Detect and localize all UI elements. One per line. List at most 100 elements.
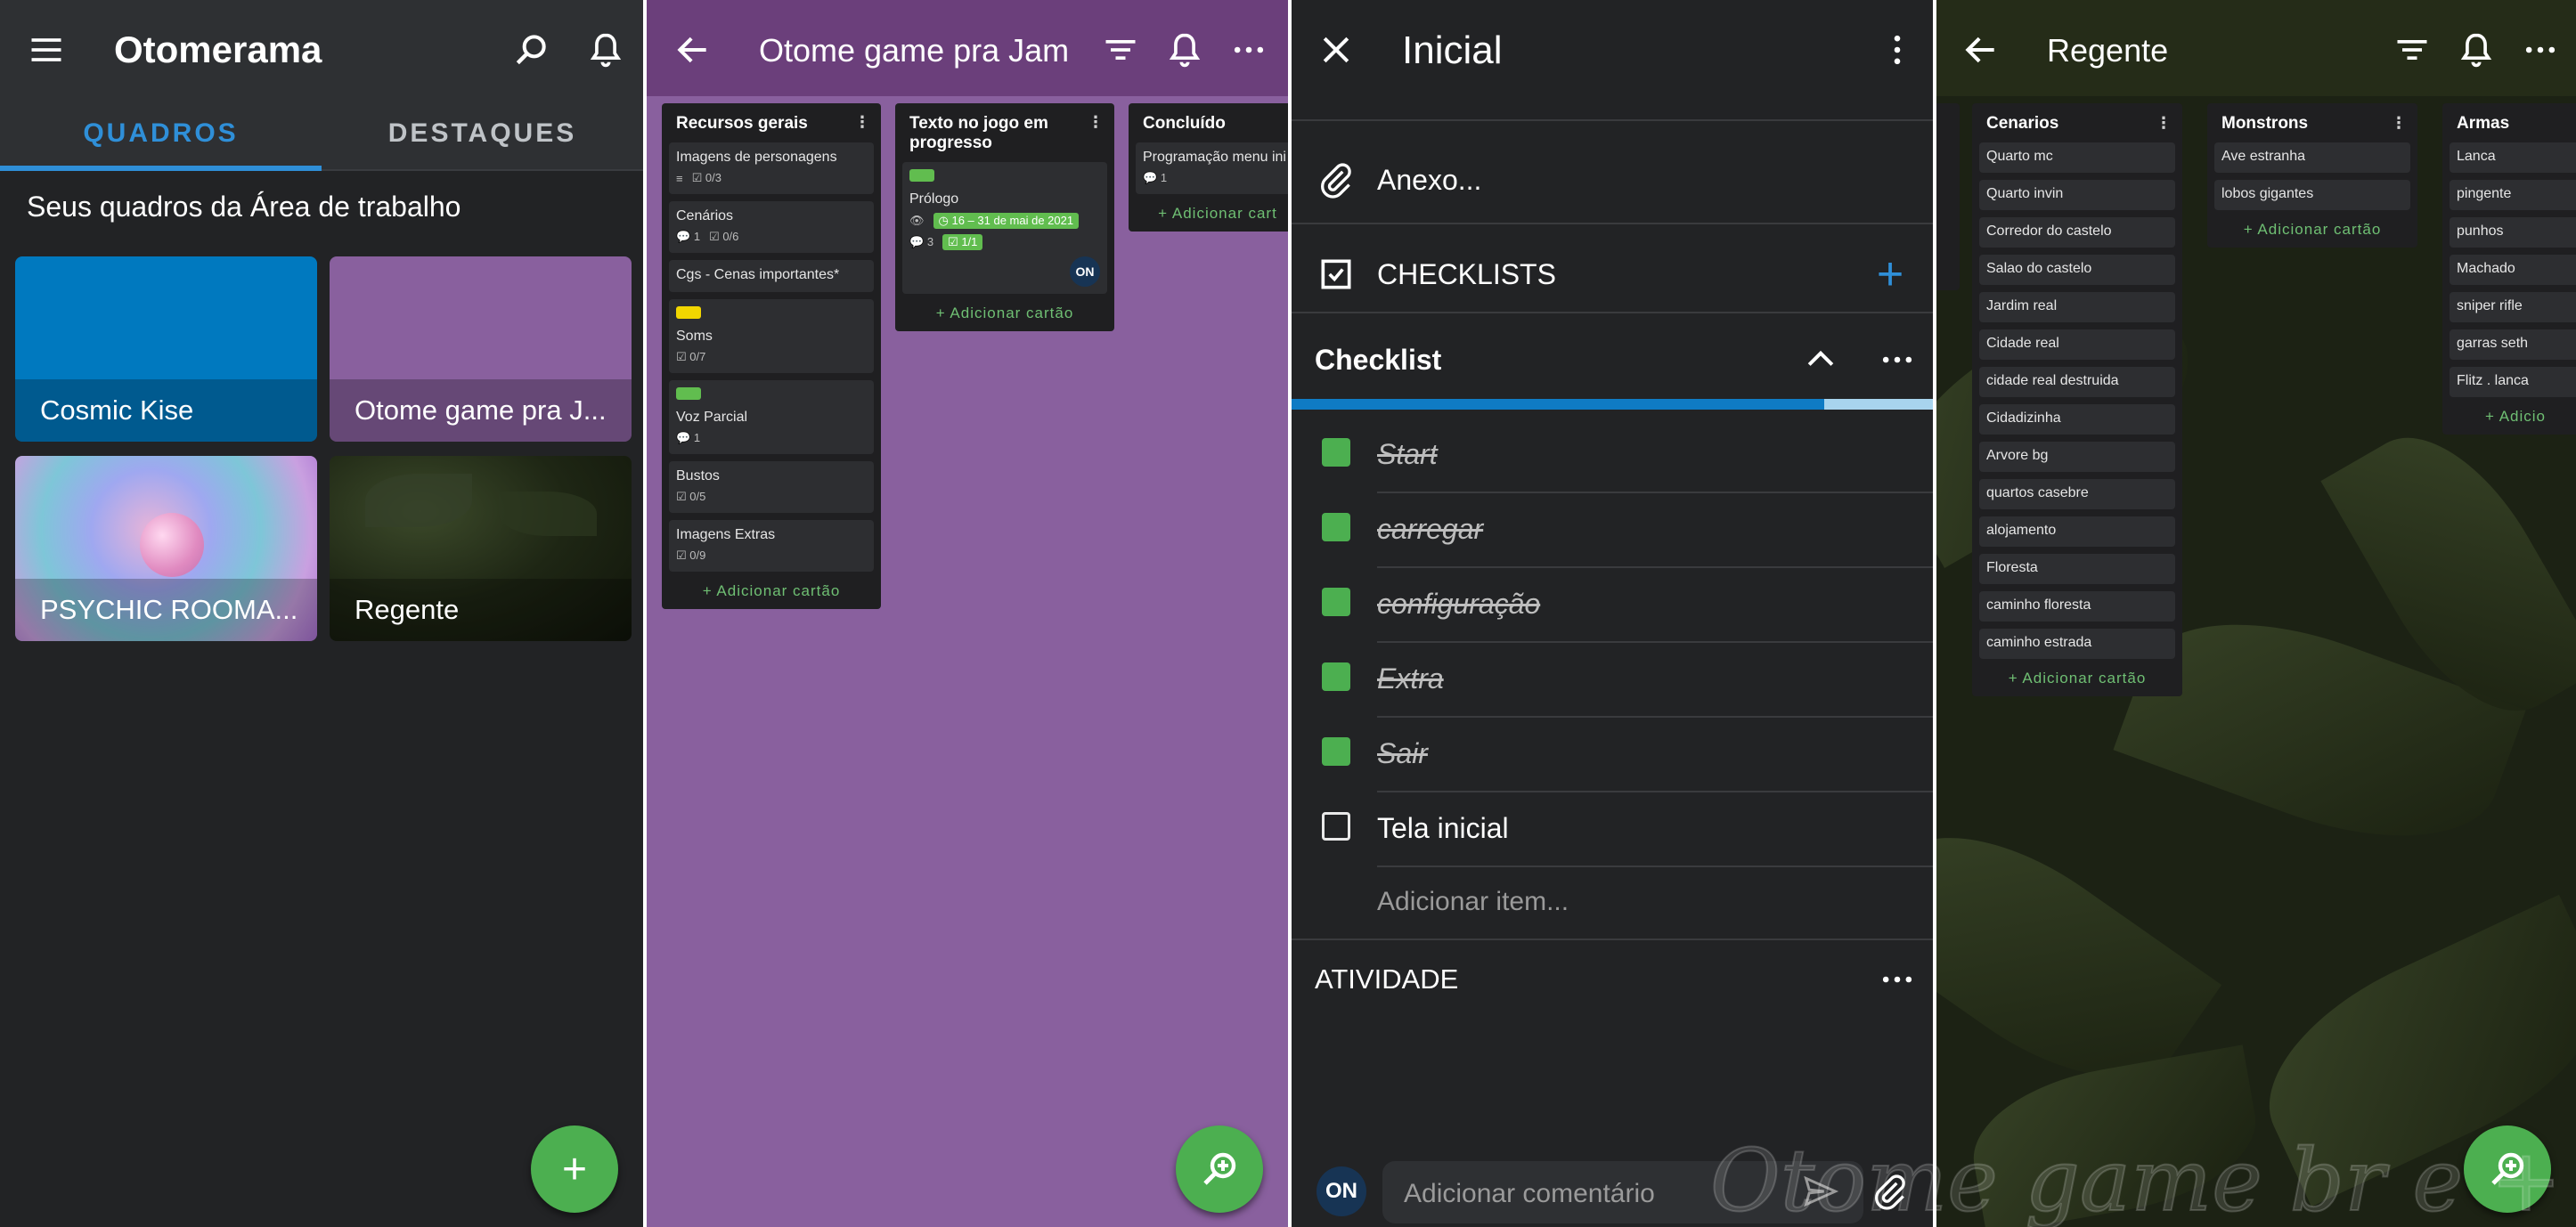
card[interactable]: cidade real destruida (1979, 367, 2175, 397)
comment-placeholder: Adicionar comentário (1404, 1179, 1655, 1208)
app-bar: Otome game pra Jam (647, 0, 1288, 96)
back-arrow-icon[interactable] (668, 25, 718, 75)
card[interactable]: Imagens Extras ☑ 0/9 (669, 520, 874, 572)
checkbox-checked[interactable] (1322, 513, 1350, 541)
board-tile-regente[interactable]: Regente (330, 456, 632, 641)
board-tile-cosmic-kise[interactable]: Cosmic Kise (15, 256, 317, 442)
member-avatar[interactable]: ON (1070, 256, 1100, 287)
card[interactable]: pingente (2450, 180, 2576, 210)
add-card-button[interactable]: + Adicionar cartão (902, 301, 1107, 322)
card[interactable]: Cgs - Cenas importantes* (669, 260, 874, 292)
add-board-button[interactable]: + (531, 1125, 618, 1213)
checkbox-checked[interactable] (1322, 737, 1350, 766)
list-menu-icon[interactable]: ⋮ (854, 112, 870, 132)
add-card-button[interactable]: + Adicio (2450, 404, 2576, 426)
zoom-button[interactable] (1176, 1125, 1263, 1213)
list-menu-icon[interactable]: ⋮ (1088, 112, 1104, 132)
card[interactable]: Jardim real (1979, 292, 2175, 322)
board-regente-screen: Regente Cenarios ⋮ Quarto mc Quarto invin… (1936, 0, 2576, 1227)
card[interactable]: Salao do castelo (1979, 255, 2175, 285)
checklist-item[interactable]: Extra (1292, 643, 1933, 718)
card[interactable]: quartos casebre (1979, 479, 2175, 509)
card[interactable]: lobos gigantes (2214, 180, 2410, 210)
bell-icon[interactable] (1160, 25, 1210, 75)
collapse-chevron-icon[interactable] (1796, 335, 1846, 385)
card[interactable]: Machado (2450, 255, 2576, 285)
card[interactable]: Quarto mc (1979, 142, 2175, 173)
attachment-row[interactable]: Anexo... (1292, 151, 1933, 208)
checklist-item[interactable]: carregar (1292, 493, 1933, 568)
checklist-item[interactable]: Sair (1292, 718, 1933, 792)
card[interactable]: alojamento (1979, 516, 2175, 547)
list-menu-icon[interactable]: ⋮ (2156, 114, 2172, 133)
tab-destaques[interactable]: DESTAQUES (322, 96, 643, 171)
card[interactable]: Quarto invin (1979, 180, 2175, 210)
list-menu-icon[interactable]: ⋮ (2391, 114, 2407, 133)
card[interactable]: Programação menu ini 💬 1 (1136, 142, 1288, 194)
card[interactable]: Prólogo 👁 ◷ 16 – 31 de mai de 2021 💬 3 ☑ 1… (902, 162, 1107, 294)
back-arrow-icon[interactable] (1956, 25, 2006, 75)
bell-icon[interactable] (2451, 25, 2501, 75)
add-card-button[interactable]: + Adicionar cart (1136, 201, 1288, 223)
card[interactable]: punhos (2450, 217, 2576, 248)
filter-icon[interactable] (1096, 25, 1145, 75)
checklist-item[interactable]: Tela inicial (1292, 792, 1933, 867)
add-item-input[interactable]: Adicionar item... (1377, 887, 1569, 917)
card[interactable]: Lanca (2450, 142, 2576, 173)
add-card-button[interactable]: + Adicionar cartão (669, 579, 874, 600)
checklist-badge: ☑ 0/7 (676, 350, 706, 363)
more-icon[interactable] (1224, 25, 1274, 75)
checklist-count: 0/9 (689, 548, 706, 562)
menu-icon[interactable] (21, 25, 71, 75)
checklist-count: 0/5 (689, 490, 706, 503)
card[interactable]: Bustos ☑ 0/5 (669, 461, 874, 513)
add-card-button[interactable]: + Adicionar cartão (2214, 217, 2410, 239)
checklist-item[interactable]: Start (1292, 418, 1933, 493)
add-checklist-icon[interactable]: + (1865, 248, 1915, 300)
card[interactable]: Voz Parcial 💬 1 (669, 380, 874, 454)
card[interactable]: Cidade real (1979, 329, 2175, 360)
checkbox-unchecked[interactable] (1322, 812, 1350, 841)
search-icon[interactable] (506, 25, 556, 75)
board-title: Regente (2047, 32, 2169, 69)
add-card-button[interactable]: + Adicionar cartão (1979, 666, 2175, 687)
board-tile-psychic-roomates[interactable]: PSYCHIC ROOMA... (15, 456, 317, 641)
description-icon: ≡ (676, 171, 683, 185)
card[interactable]: sniper rifle (2450, 292, 2576, 322)
more-icon[interactable] (1872, 955, 1922, 1004)
card[interactable]: garras seth (2450, 329, 2576, 360)
checklist-item[interactable]: configuração (1292, 568, 1933, 643)
bell-icon[interactable] (581, 25, 631, 75)
card[interactable]: Corredor do castelo (1979, 217, 2175, 248)
tab-quadros[interactable]: QUADROS (0, 96, 322, 171)
checkbox-checked[interactable] (1322, 588, 1350, 616)
filter-icon[interactable] (2387, 25, 2437, 75)
more-vert-icon[interactable] (1872, 25, 1922, 75)
more-icon[interactable] (1872, 335, 1922, 385)
app-bar: Regente (1936, 0, 2576, 96)
card[interactable]: Imagens de personagens ≡ ☑ 0/3 (669, 142, 874, 194)
comment-count: 1 (1160, 171, 1168, 184)
checkbox-checked[interactable] (1322, 662, 1350, 691)
close-icon[interactable] (1311, 25, 1361, 75)
member-avatar[interactable]: ON (1317, 1166, 1366, 1216)
card[interactable]: Arvore bg (1979, 442, 2175, 472)
checkbox-checked[interactable] (1322, 438, 1350, 467)
card[interactable]: Floresta (1979, 554, 2175, 584)
card-title: Cenários (676, 208, 734, 223)
app-bar: Otomerama (0, 0, 643, 96)
list-cenarios: Cenarios ⋮ Quarto mc Quarto invin Corredo… (1972, 103, 2182, 696)
card-title: Prólogo (909, 191, 959, 207)
attachment-label: Anexo... (1377, 163, 1482, 196)
checklist-progress-bar (1292, 399, 1933, 410)
card[interactable]: Soms ☑ 0/7 (669, 299, 874, 373)
board-tile-otome-game[interactable]: Otome game pra J... (330, 256, 632, 442)
card[interactable]: caminho estrada (1979, 629, 2175, 659)
card[interactable]: caminho floresta (1979, 591, 2175, 622)
card[interactable]: Cidadizinha (1979, 404, 2175, 435)
card[interactable]: Cenários 💬 1 ☑ 0/6 (669, 201, 874, 253)
card[interactable]: Ave estranha (2214, 142, 2410, 173)
more-icon[interactable] (2515, 25, 2565, 75)
card[interactable]: Flitz . lanca (2450, 367, 2576, 397)
checklist-title: Checklist (1315, 343, 1442, 376)
